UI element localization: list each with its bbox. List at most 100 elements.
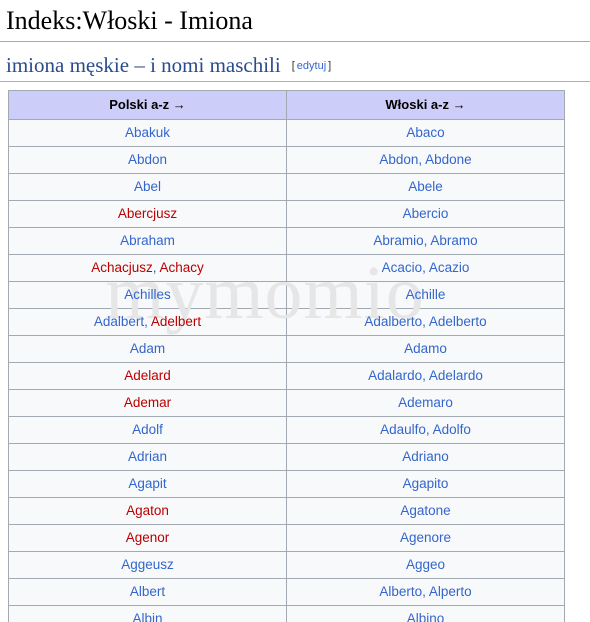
- name-link[interactable]: Adalbert: [94, 314, 144, 329]
- section-link-italian[interactable]: i nomi maschili: [150, 53, 281, 77]
- cell-polish: Adalbert, Adelbert: [8, 307, 287, 336]
- name-link[interactable]: Agapito: [403, 476, 449, 491]
- name-link[interactable]: Adalberto: [364, 314, 422, 329]
- name-separator: ,: [422, 314, 429, 330]
- name-link[interactable]: Adaulfo: [380, 422, 426, 437]
- cell-polish: Adam: [8, 334, 287, 363]
- name-link[interactable]: Aggeo: [406, 557, 445, 572]
- table-row: Agapit Agapito: [8, 469, 565, 498]
- table-row: Achacjusz, Achacy Acacio, Acazio: [8, 253, 565, 282]
- cell-polish: Abel: [8, 172, 287, 201]
- name-link[interactable]: Abercio: [403, 206, 449, 221]
- name-link[interactable]: Achacjusz: [91, 260, 153, 275]
- name-link[interactable]: Albin: [132, 611, 162, 622]
- cell-polish: Aggeusz: [8, 550, 287, 579]
- name-link[interactable]: Abdon: [379, 152, 418, 167]
- table-row: Adam Adamo: [8, 334, 565, 363]
- cell-polish: Agapit: [8, 469, 287, 498]
- name-link[interactable]: Achacy: [160, 260, 204, 275]
- cell-italian: Agenore: [286, 523, 565, 552]
- name-link[interactable]: Agatone: [400, 503, 450, 518]
- name-link[interactable]: Abaco: [406, 125, 444, 140]
- name-link[interactable]: Abdon: [128, 152, 167, 167]
- cell-italian: Ademaro: [286, 388, 565, 417]
- cell-italian: Agatone: [286, 496, 565, 525]
- cell-polish: Agaton: [8, 496, 287, 525]
- table-row: Ademar Ademaro: [8, 388, 565, 417]
- name-separator: ,: [152, 260, 160, 276]
- table-row: Abraham Abramio, Abramo: [8, 226, 565, 255]
- name-link[interactable]: Agapit: [128, 476, 166, 491]
- cell-polish: Adelard: [8, 361, 287, 390]
- name-link[interactable]: Alberto: [379, 584, 422, 599]
- section-heading: imiona męskie – i nomi maschili [edytuj]: [0, 42, 590, 81]
- name-link[interactable]: Agaton: [126, 503, 169, 518]
- section-dash: –: [129, 52, 151, 77]
- name-link[interactable]: Abraham: [120, 233, 175, 248]
- column-header-italian[interactable]: Włoski a-z →: [286, 89, 565, 120]
- name-link[interactable]: Adamo: [404, 341, 447, 356]
- name-link[interactable]: Adelard: [124, 368, 171, 383]
- name-link[interactable]: Adrian: [128, 449, 167, 464]
- cell-italian: Aggeo: [286, 550, 565, 579]
- name-link[interactable]: Adelbert: [151, 314, 201, 329]
- cell-italian: Adalardo, Adelardo: [286, 361, 565, 390]
- name-link[interactable]: Aggeusz: [121, 557, 174, 572]
- name-separator: ,: [422, 260, 429, 276]
- name-link[interactable]: Ademaro: [398, 395, 453, 410]
- cell-italian: Adamo: [286, 334, 565, 363]
- edit-bracket-close: ]: [328, 59, 332, 72]
- name-link[interactable]: Alperto: [429, 584, 472, 599]
- column-header-polish[interactable]: Polski a-z →: [8, 89, 287, 120]
- name-link[interactable]: Abdone: [425, 152, 472, 167]
- cell-italian: Alberto, Alperto: [286, 577, 565, 606]
- cell-polish: Abercjusz: [8, 199, 287, 228]
- cell-italian: Adriano: [286, 442, 565, 471]
- table-container: Polski a-z → Włoski a-z → Abakuk Abaco Abd…: [0, 82, 590, 622]
- cell-italian: Adaulfo, Adolfo: [286, 415, 565, 444]
- name-link[interactable]: Achilles: [124, 287, 171, 302]
- page-title: Indeks:Włoski - Imiona: [6, 6, 253, 35]
- edit-link[interactable]: edytuj: [295, 60, 328, 72]
- name-link[interactable]: Abercjusz: [118, 206, 177, 221]
- name-link[interactable]: Adriano: [402, 449, 449, 464]
- name-link[interactable]: Albert: [130, 584, 165, 599]
- name-link[interactable]: Adam: [130, 341, 165, 356]
- cell-italian: Adalberto, Adelberto: [286, 307, 565, 336]
- name-link[interactable]: Abramo: [430, 233, 477, 248]
- name-link[interactable]: Acazio: [429, 260, 470, 275]
- table-row: Agaton Agatone: [8, 496, 565, 525]
- names-table: Polski a-z → Włoski a-z → Abakuk Abaco Abd…: [8, 89, 565, 622]
- name-link[interactable]: Ademar: [124, 395, 171, 410]
- name-link[interactable]: Adelardo: [429, 368, 483, 383]
- name-link[interactable]: Abele: [408, 179, 443, 194]
- name-link[interactable]: Abel: [134, 179, 161, 194]
- name-link[interactable]: Agenor: [126, 530, 170, 545]
- cell-polish: Ademar: [8, 388, 287, 417]
- cell-italian: Abele: [286, 172, 565, 201]
- name-link[interactable]: Adolfo: [433, 422, 471, 437]
- name-link[interactable]: Acacio: [382, 260, 423, 275]
- name-link[interactable]: Agenore: [400, 530, 451, 545]
- cell-italian: Abaco: [286, 118, 565, 147]
- cell-italian: Albino: [286, 604, 565, 622]
- cell-polish: Adrian: [8, 442, 287, 471]
- table-row: Adalbert, Adelbert Adalberto, Adelberto: [8, 307, 565, 336]
- section-link-polish[interactable]: imiona męskie: [6, 53, 129, 77]
- name-link[interactable]: Adalardo: [368, 368, 422, 383]
- edit-section: [edytuj]: [292, 60, 331, 72]
- cell-polish: Albin: [8, 604, 287, 622]
- table-row: Abdon Abdon, Abdone: [8, 145, 565, 174]
- cell-polish: Albert: [8, 577, 287, 606]
- name-separator: ,: [422, 368, 429, 384]
- table-row: Aggeusz Aggeo: [8, 550, 565, 579]
- name-separator: ,: [144, 314, 151, 330]
- name-link[interactable]: Albino: [407, 611, 445, 622]
- name-link[interactable]: Achille: [406, 287, 446, 302]
- table-row: Abakuk Abaco: [8, 118, 565, 147]
- name-separator: ,: [425, 422, 433, 438]
- name-link[interactable]: Abakuk: [125, 125, 170, 140]
- name-link[interactable]: Adelberto: [429, 314, 487, 329]
- name-link[interactable]: Abramio: [373, 233, 423, 248]
- name-link[interactable]: Adolf: [132, 422, 163, 437]
